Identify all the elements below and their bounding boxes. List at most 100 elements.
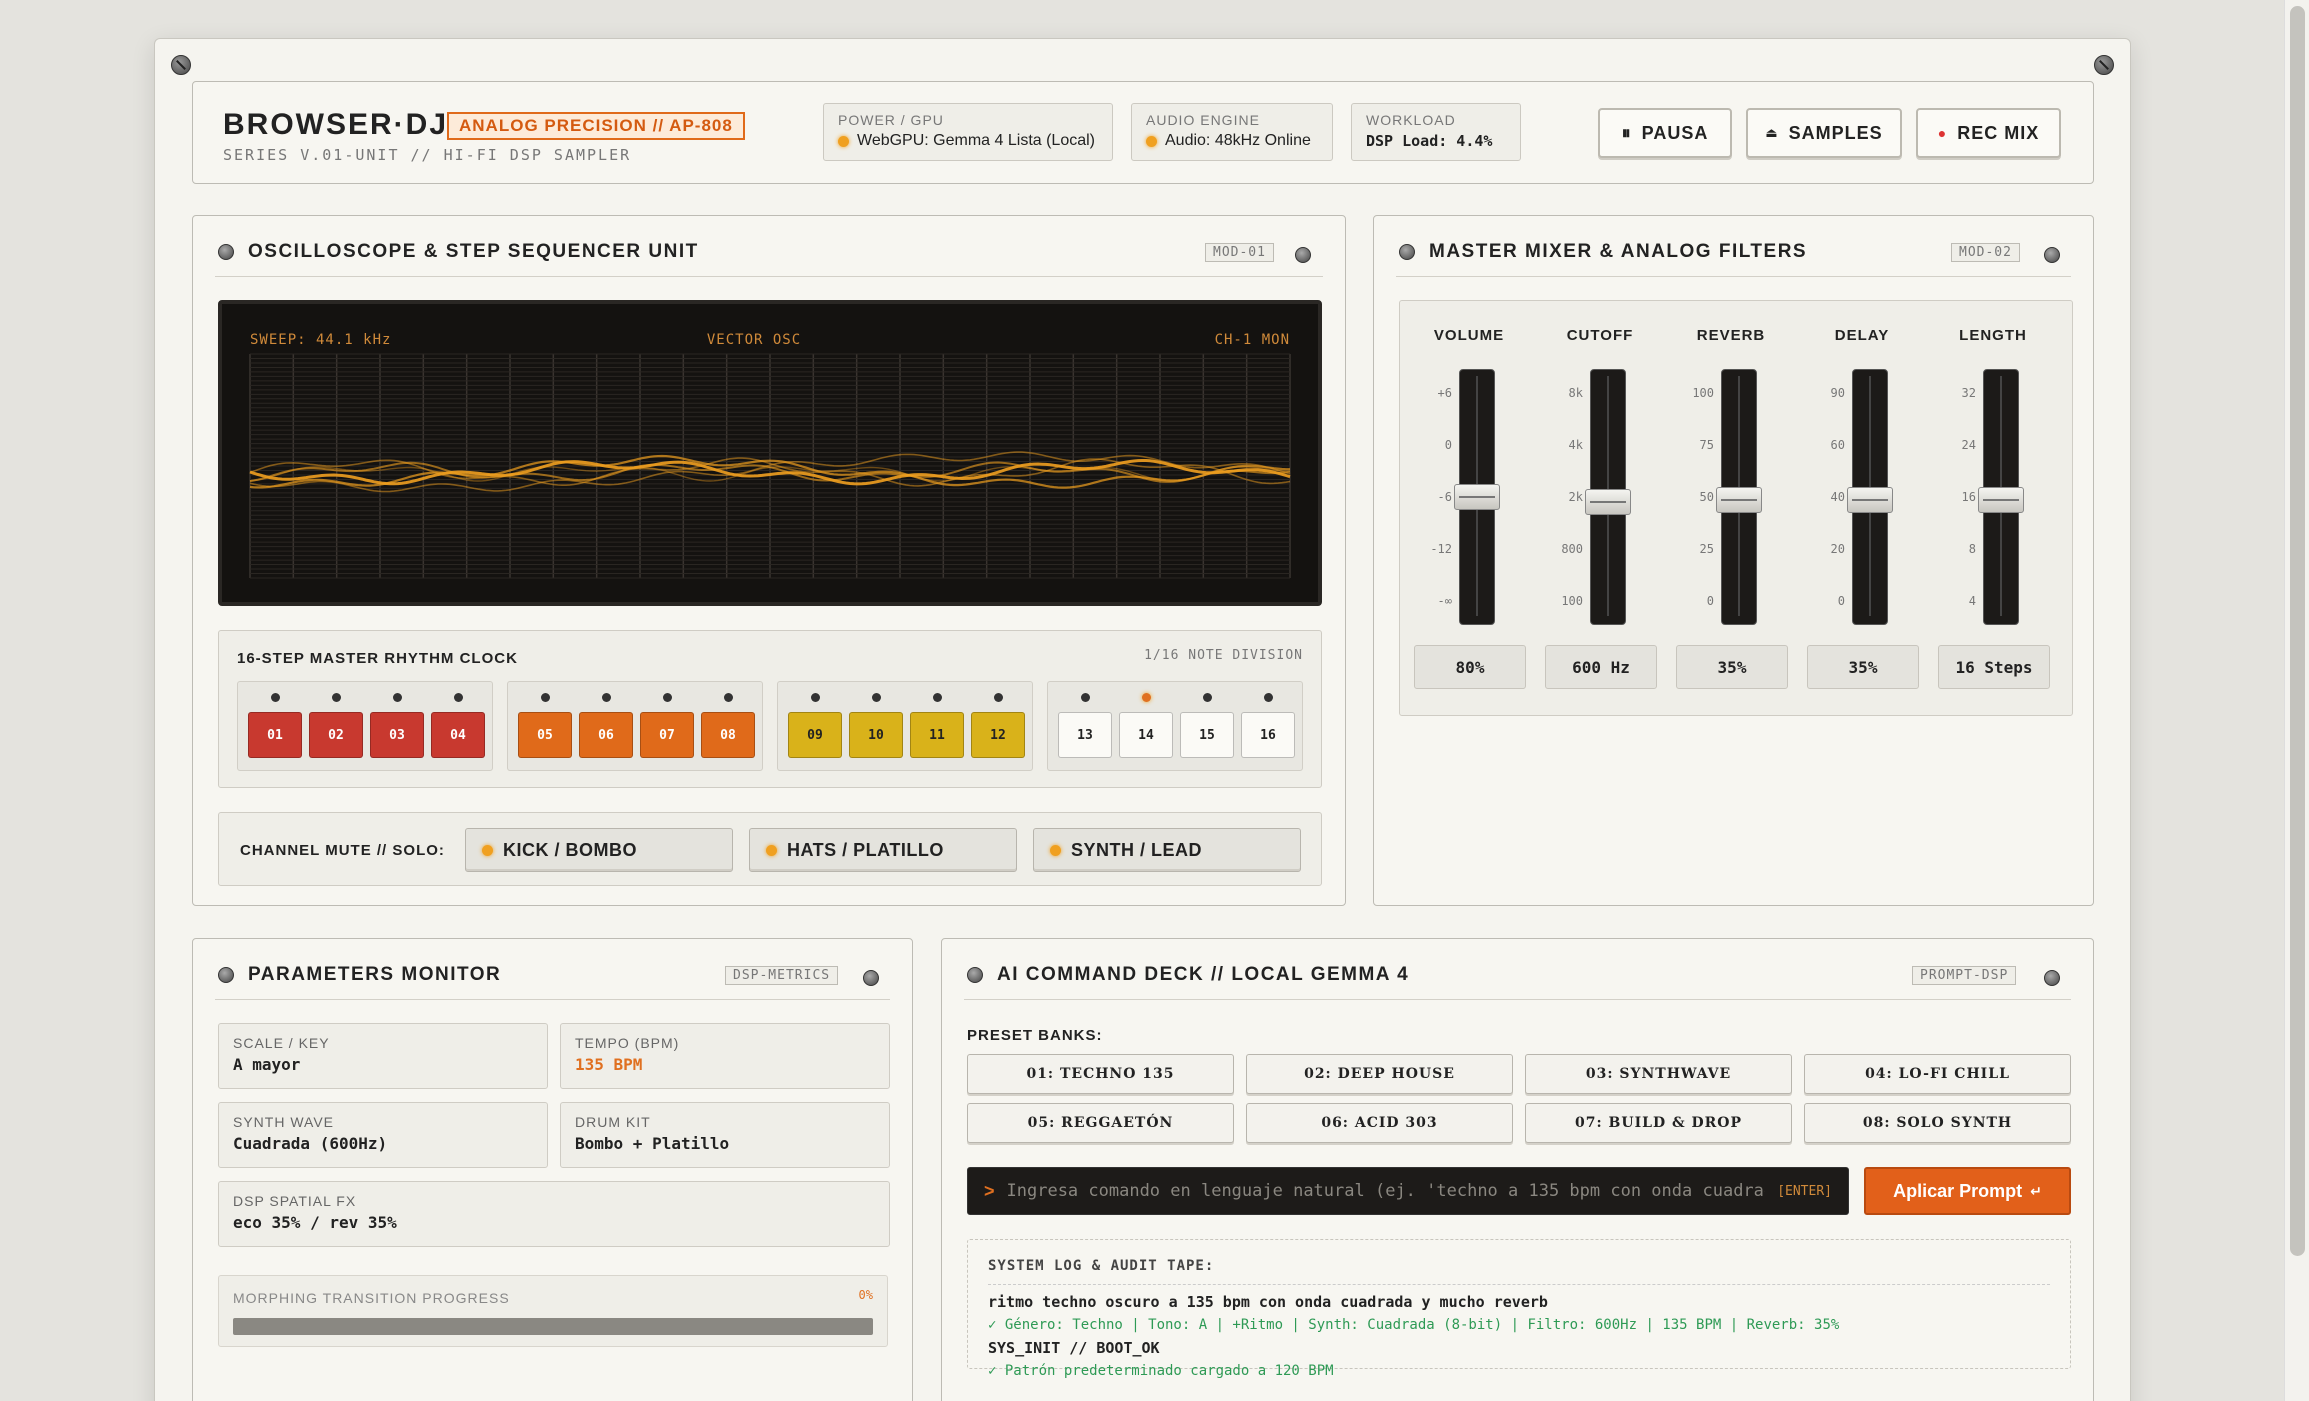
mute-hats-button[interactable]: HATS / PLATILLO xyxy=(749,828,1017,872)
module-tag: PROMPT-DSP xyxy=(1912,966,2017,985)
step-button[interactable]: 15 xyxy=(1180,712,1234,758)
fader-readout: 35% xyxy=(1676,645,1788,689)
scrollbar-thumb[interactable] xyxy=(2290,6,2305,1256)
mute-label: CHANNEL MUTE // SOLO: xyxy=(240,842,445,859)
divider xyxy=(215,999,890,1000)
fader-handle[interactable] xyxy=(1454,484,1500,510)
step-button[interactable]: 09 xyxy=(788,712,842,758)
system-log: SYSTEM LOG & AUDIT TAPE: ritmo techno os… xyxy=(967,1239,2071,1379)
fader-tick-label: 75 xyxy=(1699,438,1714,452)
master-mixer-panel: MASTER MIXER & ANALOG FILTERS MOD-02 VOL… xyxy=(1373,215,2094,906)
fader-volume: VOLUME +6 0 -6 -12 -∞ 80% xyxy=(1404,301,1534,717)
fader-tick-label: 0 xyxy=(1444,438,1452,452)
step-button[interactable]: 01 xyxy=(248,712,302,758)
step-button[interactable]: 13 xyxy=(1058,712,1112,758)
knob-icon xyxy=(1295,247,1311,263)
fader-handle[interactable] xyxy=(1978,486,2024,513)
divider xyxy=(215,276,1323,277)
fader-tick-label: -6 xyxy=(1437,490,1452,504)
synth-wave-value: Cuadrada (600Hz) xyxy=(233,1134,388,1153)
prompt-bar: > [ENTER] xyxy=(967,1167,1849,1215)
mute-kick-button[interactable]: KICK / BOMBO xyxy=(465,828,733,872)
log-line: ritmo techno oscuro a 135 bpm con onda c… xyxy=(988,1293,1548,1311)
fader-tick-label: 800 xyxy=(1561,542,1583,556)
fader-delay: DELAY 90 60 40 20 0 35% xyxy=(1797,301,1927,717)
device-chassis: BROWSER·DJ ANALOG PRECISION // AP-808 SE… xyxy=(154,38,2131,1401)
fader-readout: 35% xyxy=(1807,645,1919,689)
mute-synth-button[interactable]: SYNTH / LEAD xyxy=(1033,828,1301,872)
workload-status: WORKLOAD DSP Load: 4.4% xyxy=(1351,103,1521,161)
fader-handle[interactable] xyxy=(1847,486,1893,513)
fader-label: LENGTH xyxy=(1959,327,2027,344)
step-button[interactable]: 03 xyxy=(370,712,424,758)
step-led-icon xyxy=(1081,693,1090,702)
tempo-card: TEMPO (BPM) 135 BPM xyxy=(560,1023,890,1089)
step-group: 09 10 11 12 xyxy=(777,681,1033,771)
page-scrollbar[interactable] xyxy=(2284,0,2309,1401)
drum-kit-label: DRUM KIT xyxy=(575,1114,651,1130)
fader-tick-label: 32 xyxy=(1961,386,1976,400)
step-led-icon xyxy=(663,693,672,702)
workload-label: WORKLOAD xyxy=(1366,112,1456,128)
rec-mix-button[interactable]: ● REC MIX xyxy=(1916,108,2061,158)
synth-wave-label: SYNTH WAVE xyxy=(233,1114,335,1130)
step-button[interactable]: 10 xyxy=(849,712,903,758)
step-button[interactable]: 02 xyxy=(309,712,363,758)
oscilloscope-sequencer-panel: OSCILLOSCOPE & STEP SEQUENCER UNIT MOD-0… xyxy=(192,215,1346,906)
preset-bank-button[interactable]: 03: SYNTHWAVE xyxy=(1525,1054,1792,1094)
step-button[interactable]: 04 xyxy=(431,712,485,758)
fader-length: LENGTH 32 24 16 8 4 16 Steps xyxy=(1928,301,2058,717)
fader-tick-label: +6 xyxy=(1437,386,1452,400)
preset-bank-button[interactable]: 02: DEEP HOUSE xyxy=(1246,1054,1513,1094)
fader-tick-label: 2k xyxy=(1568,490,1583,504)
apply-prompt-button[interactable]: Aplicar Prompt ↵ xyxy=(1864,1167,2071,1215)
sweep-readout: SWEEP: 44.1 kHz xyxy=(250,332,392,348)
pause-icon: ⏸ xyxy=(1621,122,1632,143)
knob-icon xyxy=(967,967,983,983)
rec-mix-label: REC MIX xyxy=(1957,122,2040,143)
log-line: ✓ Patrón predeterminado cargado a 120 BP… xyxy=(988,1363,1334,1379)
screw-icon xyxy=(2094,55,2114,75)
fader-cutoff: CUTOFF 8k 4k 2k 800 100 600 Hz xyxy=(1535,301,1665,717)
preset-bank-button[interactable]: 01: TECHNO 135 xyxy=(967,1054,1234,1094)
fader-handle[interactable] xyxy=(1585,489,1631,516)
preset-bank-button[interactable]: 08: SOLO SYNTH xyxy=(1804,1103,2071,1143)
fader-handle[interactable] xyxy=(1716,486,1762,513)
panel-title: OSCILLOSCOPE & STEP SEQUENCER UNIT xyxy=(218,241,699,263)
samples-button[interactable]: ⏏ SAMPLES xyxy=(1746,108,1902,158)
prompt-input[interactable] xyxy=(1006,1181,1766,1201)
preset-bank-button[interactable]: 05: REGGAETÓN xyxy=(967,1103,1234,1143)
fader-tick-label: 20 xyxy=(1830,542,1845,556)
pause-button[interactable]: ⏸ PAUSA xyxy=(1598,108,1732,158)
knob-icon xyxy=(2044,970,2060,986)
step-button[interactable]: 08 xyxy=(701,712,755,758)
step-led-icon xyxy=(1142,693,1151,702)
scale-key-value: A mayor xyxy=(233,1055,301,1074)
drum-kit-value: Bombo + Platillo xyxy=(575,1134,730,1153)
progress-bar xyxy=(233,1318,873,1335)
divider xyxy=(964,999,2071,1000)
step-button[interactable]: 14 xyxy=(1119,712,1173,758)
step-button[interactable]: 12 xyxy=(971,712,1025,758)
knob-icon xyxy=(218,244,234,260)
samples-label: SAMPLES xyxy=(1788,122,1883,143)
status-led-icon xyxy=(1146,135,1157,147)
synth-wave-card: SYNTH WAVE Cuadrada (600Hz) xyxy=(218,1102,548,1168)
step-button[interactable]: 16 xyxy=(1241,712,1295,758)
note-division: 1/16 NOTE DIVISION xyxy=(1144,648,1303,663)
step-button[interactable]: 07 xyxy=(640,712,694,758)
step-led-icon xyxy=(724,693,733,702)
record-icon: ● xyxy=(1937,125,1948,141)
audio-status: AUDIO ENGINE Audio: 48kHz Online xyxy=(1131,103,1333,161)
step-button[interactable]: 06 xyxy=(579,712,633,758)
fader-tick-label: 8 xyxy=(1968,542,1976,556)
step-button[interactable]: 11 xyxy=(910,712,964,758)
preset-bank-button[interactable]: 06: ACID 303 xyxy=(1246,1103,1513,1143)
knob-icon xyxy=(218,967,234,983)
preset-bank-button[interactable]: 04: LO-FI CHILL xyxy=(1804,1054,2071,1094)
step-led-icon xyxy=(454,693,463,702)
log-line: SYS_INIT // BOOT_OK xyxy=(988,1339,1160,1357)
step-button[interactable]: 05 xyxy=(518,712,572,758)
preset-bank-button[interactable]: 07: BUILD & DROP xyxy=(1525,1103,1792,1143)
oscilloscope-display: SWEEP: 44.1 kHz VECTOR OSC CH-1 MON xyxy=(218,300,1322,606)
